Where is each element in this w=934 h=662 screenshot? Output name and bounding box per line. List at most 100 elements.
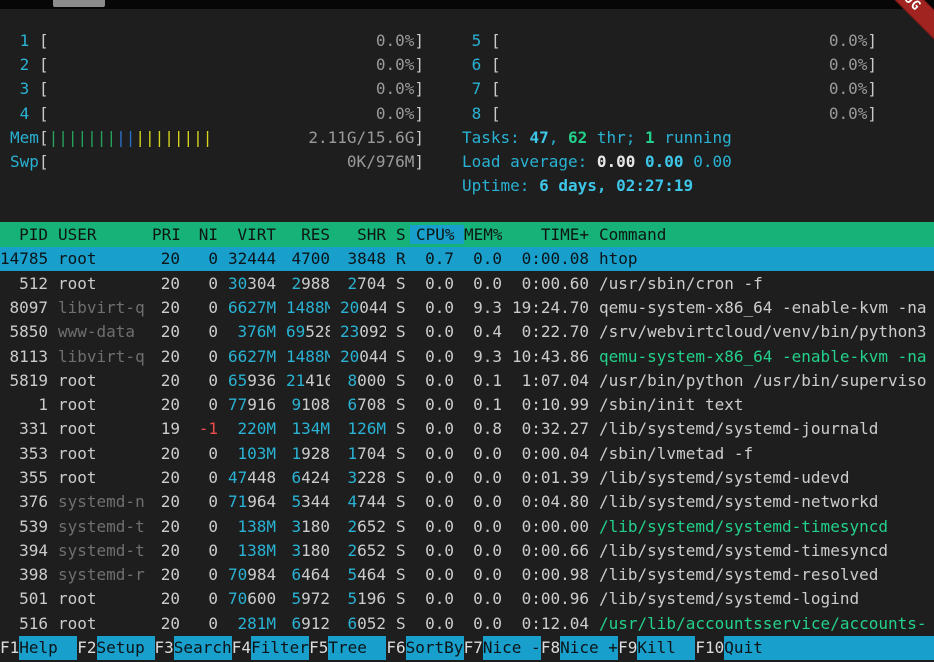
process-row-5819[interactable]: 5819root20065936214168000S0.00.11:07.04/… [0,368,934,392]
uptime-line-segment: 6 days, 02:27:19 [539,176,693,195]
fkey-f3[interactable]: F3Search [155,636,232,660]
cell-shr: 3228 [340,468,386,487]
cell-user: libvirt-q [58,298,152,317]
process-row-516[interactable]: 516root200281M69126052S0.00.00:12.04/usr… [0,611,934,635]
process-row-14785[interactable]: 14785root2003244447003848R0.70.00:00.08h… [0,247,934,271]
meter-close-bracket: ] [414,128,424,147]
column-header-pid[interactable]: PID [0,225,48,244]
cell-shr: 4744 [340,492,386,511]
cell-ni: 0 [190,468,218,487]
fkey-action-label: Tree [328,636,386,660]
fkey-f8[interactable]: F8Nice + [541,636,618,660]
process-row-512[interactable]: 512root2003030429882704S0.00.00:00.60/us… [0,271,934,295]
cpu-meter-5: 5[0.0%] [462,28,877,52]
cpu-meter-label: 5 [462,31,491,50]
cpu-meter-7: 7[0.0%] [462,77,877,101]
fkey-action-label: Kill [637,636,695,660]
cell-s: S [396,395,406,414]
process-row-353[interactable]: 353root200103M19281704S0.00.00:00.04/sbi… [0,441,934,465]
fkey-f6[interactable]: F6SortBy [386,636,463,660]
cell-user: libvirt-q [58,347,152,366]
process-row-355[interactable]: 355root2004744864243228S0.00.00:01.39/li… [0,465,934,489]
process-row-539[interactable]: 539systemd-t200138M31802652S0.00.00:00.0… [0,514,934,538]
cell-virt: 65936 [228,371,276,390]
cell-res: 3180 [286,541,330,560]
load-average-line: Load average: 0.00 0.00 0.00 [462,150,877,174]
cell-cpu: 0.0 [416,371,454,390]
cell-user: systemd-t [58,517,152,536]
htop-terminal: DEBUG 1[0.0%] 2[0.0%] 3[0.0%] 4[0.0%] 5[… [0,0,934,662]
cpu-meter-6: 6[0.0%] [462,52,877,76]
fkey-f5[interactable]: F5Tree [309,636,386,660]
process-row-331[interactable]: 331root19-1220M134M126MS0.00.80:32.27/li… [0,417,934,441]
fkey-f2[interactable]: F2Setup [77,636,154,660]
cell-ni: 0 [190,541,218,560]
process-row-5850[interactable]: 5850www-data200376M6952823092S0.00.40:22… [0,320,934,344]
process-row-398[interactable]: 398systemd-r2007098464645464S0.00.00:00.… [0,563,934,587]
cpu-meter-3: 3[0.0%] [10,77,424,101]
column-header-shr[interactable]: SHR [340,225,386,244]
cell-mem: 0.0 [464,541,502,560]
cell-pri: 20 [152,347,180,366]
column-header-virt[interactable]: VIRT [228,225,276,244]
cell-command: /lib/systemd/systemd-logind [599,589,934,608]
column-header-cpu[interactable]: CPU% [410,225,464,244]
process-row-1[interactable]: 1root2007791691086708S0.00.10:10.99/sbin… [0,392,934,416]
process-row-8113[interactable]: 8113libvirt-q2006627M1488M20044S0.09.310… [0,344,934,368]
column-header-user[interactable]: USER [58,225,152,244]
cell-user: root [58,444,152,463]
cell-cpu: 0.0 [416,274,454,293]
mem-cache-bars: |||||||| [135,128,212,147]
column-header-mem[interactable]: MEM% [464,225,502,244]
column-header-res[interactable]: RES [286,225,330,244]
cell-ni: 0 [190,395,218,414]
fkey-action-label: SortBy [406,636,464,660]
meter-bar: ||||||||||||||||| [49,128,309,147]
meter-value: 0.0% [376,79,415,98]
meter-open-bracket: [ [491,79,501,98]
cell-user: root [58,468,152,487]
fkey-f10[interactable]: F10Quit [695,636,934,660]
process-row-376[interactable]: 376systemd-n2007196453444744S0.00.00:04.… [0,490,934,514]
column-header-command[interactable]: Command [599,225,934,244]
cell-cpu: 0.0 [416,322,454,341]
meter-close-bracket: ] [414,104,424,123]
cell-command: htop [599,249,934,268]
fkey-f9[interactable]: F9Kill [618,636,695,660]
cell-res: 6464 [286,565,330,584]
cell-cpu: 0.0 [416,298,454,317]
fkey-f4[interactable]: F4Filter [232,636,309,660]
cell-mem: 0.1 [464,395,502,414]
cell-pri: 20 [152,274,180,293]
fkey-key-label: F1 [0,636,19,660]
cell-ni: 0 [190,322,218,341]
cell-res: 6424 [286,468,330,487]
cell-shr: 20044 [340,298,386,317]
column-header-s[interactable]: S [396,225,406,244]
cell-res: 3180 [286,517,330,536]
tasks-line-segment: running [655,128,732,147]
cell-pid: 331 [0,419,48,438]
fkey-f7[interactable]: F7Nice - [464,636,541,660]
cpu-meter-label: 7 [462,79,491,98]
cell-time: 19:24.70 [512,298,589,317]
cell-cpu: 0.0 [416,395,454,414]
cell-s: S [396,298,406,317]
cell-pid: 398 [0,565,48,584]
process-row-501[interactable]: 501root2007060059725196S0.00.00:00.96/li… [0,587,934,611]
cell-res: 5972 [286,589,330,608]
fkey-action-label: Setup [97,636,155,660]
cell-res: 4700 [286,249,330,268]
process-row-394[interactable]: 394systemd-t200138M31802652S0.00.00:00.6… [0,538,934,562]
fkey-f1[interactable]: F1Help [0,636,77,660]
meter-open-bracket: [ [39,152,49,171]
cell-user: systemd-n [58,492,152,511]
cell-user: systemd-t [58,541,152,560]
column-header-time[interactable]: TIME+ [512,225,589,244]
column-header-ni[interactable]: NI [190,225,218,244]
column-header-pri[interactable]: PRI [152,225,180,244]
cell-mem: 0.8 [464,419,502,438]
cell-pid: 355 [0,468,48,487]
cell-res: 69528 [286,322,330,341]
process-row-8097[interactable]: 8097libvirt-q2006627M1488M20044S0.09.319… [0,295,934,319]
